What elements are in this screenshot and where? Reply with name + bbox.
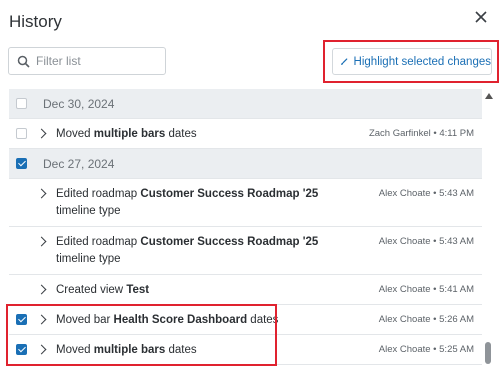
item-meta: Alex Choate • 5:26 AM — [378, 314, 474, 325]
search-icon — [17, 55, 30, 68]
date-label: Dec 27, 2024 — [43, 157, 115, 171]
history-item: Edited roadmap Customer Success Roadmap … — [9, 227, 482, 275]
item-description: Edited roadmap Customer Success Roadmap … — [56, 236, 319, 265]
brush-icon — [341, 57, 348, 65]
highlight-changes-button[interactable]: Highlight selected changes — [332, 48, 492, 75]
item-description: Edited roadmap Customer Success Roadmap … — [56, 188, 319, 217]
item-description: Moved bar Health Score Dashboard dates — [56, 314, 279, 326]
item-meta: Zach Garfinkel • 4:11 PM — [368, 128, 474, 139]
filter-input[interactable] — [36, 54, 156, 68]
item-meta: Alex Choate • 5:43 AM — [378, 236, 474, 247]
history-item: Moved bar Health Score Dashboard dates A… — [9, 305, 482, 335]
scroll-up-icon[interactable] — [485, 93, 493, 99]
chevron-right-icon[interactable] — [36, 188, 47, 199]
item-description: Moved multiple bars dates — [56, 128, 197, 140]
highlight-changes-label: Highlight selected changes — [353, 55, 491, 68]
dialog-title: History — [9, 12, 62, 31]
scrollbar-thumb[interactable] — [485, 342, 491, 364]
date-checkbox[interactable] — [16, 158, 27, 169]
item-checkbox[interactable] — [16, 128, 27, 139]
chevron-right-icon[interactable] — [36, 314, 47, 325]
item-meta: Alex Choate • 5:43 AM — [378, 188, 474, 199]
item-meta: Alex Choate • 5:25 AM — [378, 344, 474, 355]
chevron-right-icon[interactable] — [36, 236, 47, 247]
item-description: Created view Test — [56, 284, 150, 296]
item-checkbox[interactable] — [16, 344, 27, 355]
date-checkbox[interactable] — [16, 98, 27, 109]
item-checkbox[interactable] — [16, 314, 27, 325]
item-description: Moved multiple bars dates — [56, 344, 197, 356]
chevron-right-icon[interactable] — [36, 344, 47, 355]
date-row: Dec 30, 2024 — [9, 89, 482, 119]
date-row: Dec 27, 2024 — [9, 149, 482, 179]
history-item: Moved multiple bars dates Alex Choate • … — [9, 335, 482, 365]
chevron-right-icon[interactable] — [36, 128, 47, 139]
history-list[interactable]: Dec 30, 2024 Moved multiple bars dates Z… — [9, 89, 482, 367]
history-item: Moved multiple bars dates Zach Garfinkel… — [9, 119, 482, 149]
chevron-right-icon[interactable] — [36, 284, 47, 295]
date-label: Dec 30, 2024 — [43, 97, 115, 111]
scrollbar[interactable] — [482, 89, 496, 367]
item-meta: Alex Choate • 5:41 AM — [378, 284, 474, 295]
history-item: Created view Test Alex Choate • 5:41 AM — [9, 275, 482, 305]
history-item: Edited roadmap Customer Success Roadmap … — [9, 179, 482, 227]
filter-field[interactable] — [8, 47, 166, 75]
close-icon[interactable] — [474, 10, 488, 24]
